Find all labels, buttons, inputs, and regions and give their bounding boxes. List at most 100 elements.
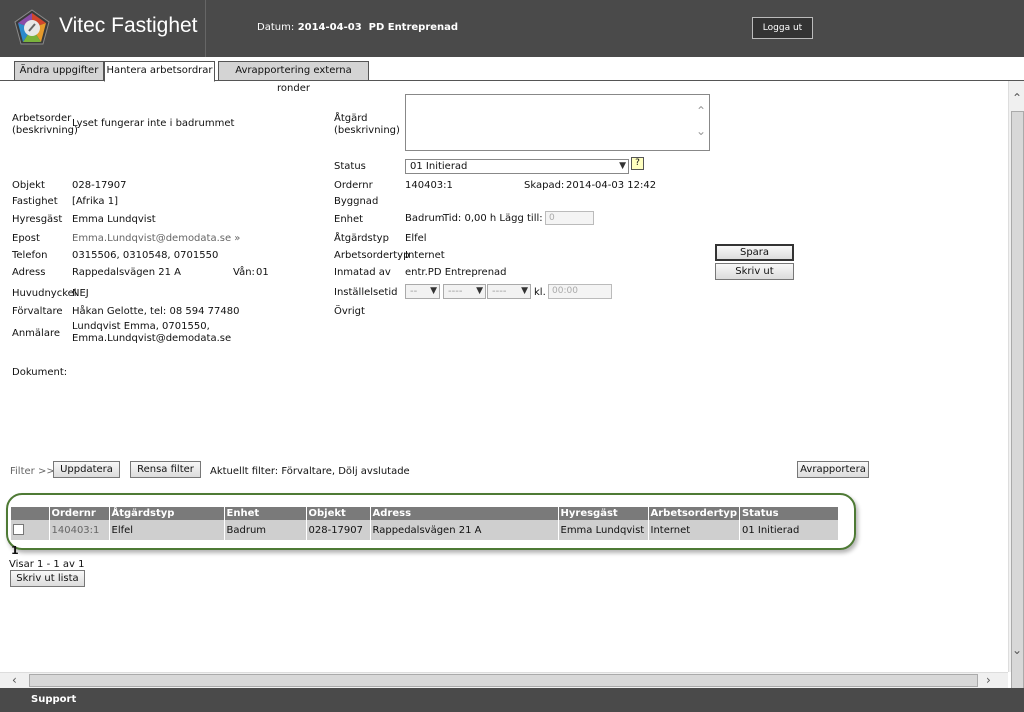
footer-bar: Support bbox=[0, 688, 1024, 712]
installelsetid-day-select[interactable]: -- ▼ bbox=[405, 284, 440, 299]
status-select-value: 01 Initierad bbox=[410, 161, 468, 172]
objekt-label: Objekt bbox=[12, 180, 45, 191]
chevron-down-icon: ▼ bbox=[430, 286, 437, 296]
atgard-label: Åtgärd (beskrivning) bbox=[334, 113, 400, 136]
installelsetid-month-select[interactable]: ---- ▼ bbox=[443, 284, 486, 299]
cell-objekt: 028-17907 bbox=[306, 520, 371, 540]
kl-label: kl. bbox=[534, 287, 546, 298]
atgardstyp-value: Elfel bbox=[405, 233, 427, 244]
column-header-ordernr[interactable]: Ordernr bbox=[49, 507, 110, 520]
month-select-value: ---- bbox=[448, 286, 463, 297]
scroll-right-icon[interactable]: › bbox=[986, 673, 991, 687]
column-header-objekt[interactable]: Objekt bbox=[306, 507, 371, 520]
arbetsordertyp-label: Arbetsordertyp bbox=[334, 250, 410, 261]
inmatad-label: Inmatad av bbox=[334, 267, 391, 278]
hyresgast-label: Hyresgäst bbox=[12, 214, 63, 225]
column-header-enhet[interactable]: Enhet bbox=[224, 507, 307, 520]
anmalare-line2: Emma.Lundqvist@demodata.se bbox=[72, 333, 232, 344]
row-checkbox[interactable] bbox=[13, 524, 24, 536]
cell-adress: Rappedalsvägen 21 A bbox=[370, 520, 559, 540]
column-header-atgardstyp[interactable]: Åtgärdstyp bbox=[109, 507, 225, 520]
chevron-down-icon: ▼ bbox=[476, 286, 483, 296]
horizontal-scroll-thumb[interactable] bbox=[29, 674, 978, 687]
column-header-arbetsordertyp[interactable]: Arbetsordertyp bbox=[648, 507, 740, 520]
installelsetid-year-select[interactable]: ---- ▼ bbox=[487, 284, 531, 299]
anmalare-line1: Lundqvist Emma, 0701550, bbox=[72, 321, 210, 332]
column-header-hyresgast[interactable]: Hyresgäst bbox=[558, 507, 649, 520]
chevron-down-icon: ▼ bbox=[619, 161, 626, 171]
cell-arbetsordertyp: Internet bbox=[648, 520, 740, 540]
inmatad-value: entr.PD Entreprenad bbox=[405, 267, 507, 278]
page-number[interactable]: 1 bbox=[11, 544, 19, 557]
filter-toggle[interactable]: Filter >> bbox=[10, 466, 55, 477]
rensa-filter-button[interactable]: Rensa filter bbox=[130, 461, 201, 478]
table-header-row: Ordernr Åtgärdstyp Enhet Objekt Adress H… bbox=[11, 507, 840, 520]
support-link[interactable]: Support bbox=[31, 694, 76, 705]
column-header-adress[interactable]: Adress bbox=[370, 507, 559, 520]
tab-andra-uppgifter[interactable]: Ändra uppgifter bbox=[14, 61, 104, 81]
year-select-value: ---- bbox=[492, 286, 507, 297]
kl-input[interactable]: 00:00 bbox=[548, 284, 612, 299]
vertical-scrollbar[interactable]: ⌃ ⌄ bbox=[1008, 81, 1024, 709]
logout-button[interactable]: Logga ut bbox=[752, 17, 813, 39]
day-select-value: -- bbox=[410, 286, 418, 297]
forvaltare-label: Förvaltare bbox=[12, 306, 63, 317]
anmalare-label: Anmälare bbox=[12, 328, 60, 339]
scroll-up-icon[interactable]: ⌃ bbox=[1012, 91, 1022, 105]
scroll-left-icon[interactable]: ‹ bbox=[12, 673, 17, 687]
cell-status: 01 Initierad bbox=[739, 520, 840, 540]
tab-avrapportering[interactable]: Avrapportering externa ronder bbox=[218, 61, 369, 94]
row-select-cell bbox=[11, 520, 50, 540]
avrapportera-button[interactable]: Avrapportera bbox=[797, 461, 869, 478]
chevron-down-icon: ▼ bbox=[521, 286, 528, 296]
telefon-label: Telefon bbox=[12, 250, 48, 261]
cell-hyresgast: Emma Lundqvist bbox=[558, 520, 649, 540]
current-filter-text: Aktuellt filter: Förvaltare, Dölj avslut… bbox=[210, 466, 410, 477]
tab-bar: Ändra uppgifter Hantera arbetsordrar Avr… bbox=[0, 57, 1024, 94]
column-header-status[interactable]: Status bbox=[739, 507, 840, 520]
skriv-ut-lista-button[interactable]: Skriv ut lista bbox=[10, 570, 85, 587]
tab-hantera-arbetsordrar[interactable]: Hantera arbetsordrar bbox=[104, 61, 215, 82]
cell-atgardstyp: Elfel bbox=[109, 520, 225, 540]
hyresgast-value: Emma Lundqvist bbox=[72, 214, 156, 225]
huvudnyckel-value: NEJ bbox=[72, 288, 89, 299]
skriv-ut-button[interactable]: Skriv ut bbox=[715, 263, 794, 280]
cell-enhet: Badrum bbox=[224, 520, 307, 540]
atgard-textarea[interactable]: ⌃ ⌄ bbox=[405, 94, 710, 151]
scroll-down-icon[interactable]: ⌄ bbox=[1012, 643, 1022, 657]
status-select[interactable]: 01 Initierad ▼ bbox=[405, 159, 629, 174]
byggnad-label: Byggnad bbox=[334, 196, 379, 207]
status-label: Status bbox=[334, 161, 366, 172]
ovrigt-label: Övrigt bbox=[334, 306, 365, 317]
results-table: Ordernr Åtgärdstyp Enhet Objekt Adress H… bbox=[11, 507, 840, 540]
help-icon[interactable]: ? bbox=[631, 157, 644, 170]
skapad-label: Skapad: bbox=[524, 180, 565, 191]
arbetsorder-label: Arbetsorder (beskrivning) bbox=[12, 113, 78, 136]
cell-ordernr[interactable]: 140403:1 bbox=[49, 520, 110, 540]
vertical-scroll-thumb[interactable] bbox=[1011, 111, 1024, 709]
spara-button[interactable]: Spara bbox=[715, 244, 794, 261]
atgardstyp-label: Åtgärdstyp bbox=[334, 233, 389, 244]
textarea-scroll-icon[interactable]: ⌃ ⌄ bbox=[695, 101, 707, 141]
fastighet-label: Fastighet bbox=[12, 196, 58, 207]
enhet-label: Enhet bbox=[334, 214, 364, 225]
company-name: PD Entreprenad bbox=[368, 22, 459, 33]
ordernr-label: Ordernr bbox=[334, 180, 373, 191]
date-info: Datum: 2014-04-03 PD Entreprenad bbox=[257, 22, 458, 33]
arbetsorder-value: Lyset fungerar inte i badrummet bbox=[72, 118, 235, 129]
van-label: Vån: bbox=[233, 267, 255, 278]
date-value: 2014-04-03 bbox=[297, 22, 362, 33]
uppdatera-button[interactable]: Uppdatera bbox=[53, 461, 120, 478]
table-row[interactable]: 140403:1 Elfel Badrum 028-17907 Rappedal… bbox=[11, 520, 840, 540]
enhet-value: Badrum bbox=[405, 213, 445, 224]
adress-label: Adress bbox=[12, 267, 46, 278]
ordernr-value: 140403:1 bbox=[405, 180, 453, 191]
arbetsordertyp-value: Internet bbox=[405, 250, 445, 261]
tid-input[interactable]: 0 bbox=[545, 211, 594, 225]
app-title: Vitec Fastighet bbox=[59, 14, 198, 37]
huvudnyckel-label: Huvudnyckel bbox=[12, 288, 77, 299]
horizontal-scrollbar[interactable]: ‹ › bbox=[0, 672, 1008, 688]
tid-label: Tid: 0,00 h Lägg till: bbox=[443, 213, 543, 224]
dokument-label: Dokument: bbox=[12, 367, 68, 378]
epost-link[interactable]: Emma.Lundqvist@demodata.se » bbox=[72, 233, 240, 244]
